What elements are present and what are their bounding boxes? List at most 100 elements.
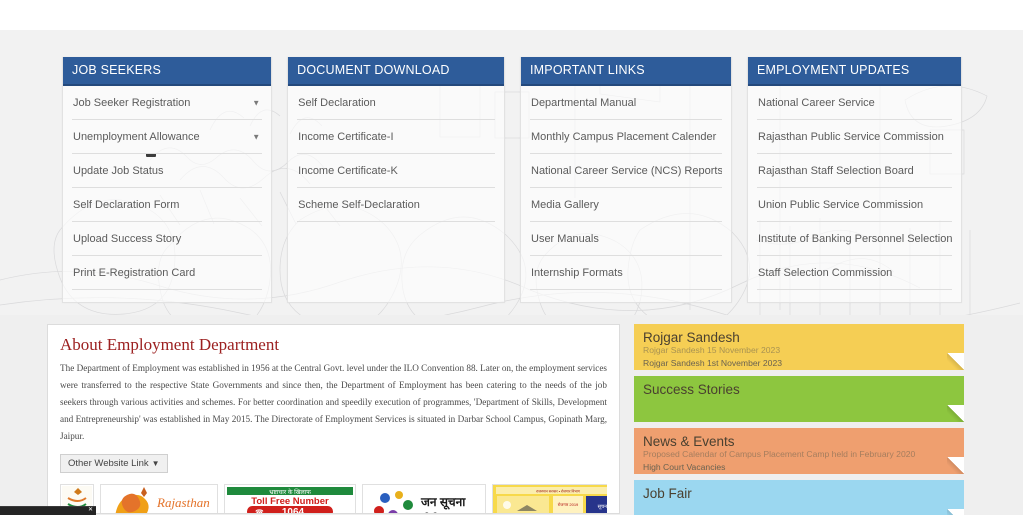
page-curl-icon (947, 457, 964, 474)
link-scheme-self-declaration[interactable]: Scheme Self-Declaration (297, 188, 495, 222)
link-label: Monthly Campus Placement Calender (531, 131, 717, 143)
link-label: Update Job Status (73, 165, 164, 177)
link-label: Media Gallery (531, 199, 599, 211)
link-label: Income Certificate-K (298, 165, 398, 177)
card-success-stories[interactable]: Success Stories (634, 376, 964, 422)
panel-important-links: IMPORTANT LINKS Departmental Manual Mont… (520, 57, 732, 303)
link-rajasthan-staff-selection-board[interactable]: Rajasthan Staff Selection Board (757, 154, 952, 188)
status-badge: 1 (146, 154, 156, 157)
link-label: Unemployment Allowance (73, 131, 200, 143)
panel-employment-updates-title: EMPLOYMENT UPDATES (748, 57, 961, 86)
close-icon[interactable]: ✕ (88, 507, 94, 513)
card-feed (643, 500, 938, 515)
card-feed: Proposed Calendar of Campus Placement Ca… (643, 448, 938, 474)
panel-document-download-title: DOCUMENT DOWNLOAD (288, 57, 504, 86)
banner-anti-corruption-bureau[interactable]: भ्रष्टाचार के खिलाफ Toll Free Number 106… (224, 484, 356, 515)
link-label: Rajasthan Public Service Commission (758, 131, 944, 143)
link-self-declaration-form[interactable]: Self Declaration Form (72, 188, 263, 222)
link-label: Institute of Banking Personnel Selection (758, 233, 952, 245)
link-national-career-service[interactable]: National Career Service (757, 86, 952, 120)
link-label: Union Public Service Commission (758, 199, 924, 211)
link-rajasthan-public-service-commission[interactable]: Rajasthan Public Service Commission (757, 120, 952, 154)
panel-job-seekers-list: Job Seeker Registration ▼ Unemployment A… (63, 86, 271, 302)
page-title: About Employment Department (60, 335, 280, 354)
about-body-text: The Department of Employment was establi… (60, 363, 607, 441)
panel-job-seekers: JOB SEEKERS Job Seeker Registration ▼ Un… (62, 57, 273, 303)
panel-important-links-title: IMPORTANT LINKS (521, 57, 731, 86)
chevron-down-icon: ▼ (252, 98, 261, 107)
svg-text:1064: 1064 (282, 507, 305, 514)
svg-text:रोजगार 2019: रोजगार 2019 (558, 502, 579, 507)
svg-text:राजस्थान सरकार • रोजगार विभाग: राजस्थान सरकार • रोजगार विभाग (536, 489, 581, 494)
other-website-link-dropdown[interactable]: Other Website Link ▼ (60, 454, 168, 473)
panel-document-download-list: Self Declaration Income Certificate-I In… (288, 86, 504, 234)
link-self-declaration[interactable]: Self Declaration (297, 86, 495, 120)
link-label: Self Declaration (298, 97, 376, 109)
link-staff-selection-commission[interactable]: Staff Selection Commission (757, 256, 952, 290)
svg-text:भ्रष्टाचार के खिलाफ: भ्रष्टाचार के खिलाफ (269, 488, 311, 496)
other-website-link-label: Other Website Link (68, 458, 149, 469)
link-label: National Career Service (NCS) Reports (531, 165, 722, 177)
banner-yellow-scheme-poster[interactable]: राजस्थान सरकार • रोजगार विभाग रोजगार 201… (492, 484, 607, 513)
link-label: Income Certificate-I (298, 131, 394, 143)
svg-text:सूचना: सूचना (598, 504, 607, 510)
link-income-certificate-i[interactable]: Income Certificate-I (297, 120, 495, 154)
link-label: User Manuals (531, 233, 599, 245)
card-feed (643, 396, 938, 422)
browser-download-shelf[interactable]: ✕ (0, 506, 96, 515)
link-label: Job Seeker Registration (73, 97, 191, 109)
panel-important-links-list: Departmental Manual Monthly Campus Place… (521, 86, 731, 302)
quick-link-panels: JOB SEEKERS Job Seeker Registration ▼ Un… (62, 57, 962, 303)
card-job-fair[interactable]: Job Fair (634, 480, 964, 515)
link-monthly-campus-placement-calender[interactable]: Monthly Campus Placement Calender (530, 120, 722, 154)
link-label: Departmental Manual (531, 97, 637, 109)
about-employment-department-section: About Employment Department The Departme… (47, 324, 620, 514)
link-label: Print E-Registration Card (73, 267, 196, 279)
link-departmental-manual[interactable]: Departmental Manual (530, 86, 722, 120)
chevron-down-icon: ▼ (151, 459, 160, 468)
link-union-public-service-commission[interactable]: Union Public Service Commission (757, 188, 952, 222)
feed-item[interactable]: High Court Vacancies (643, 461, 938, 474)
page-curl-icon (947, 405, 964, 422)
link-institute-of-banking-personnel-selection[interactable]: Institute of Banking Personnel Selection (757, 222, 952, 256)
link-job-seeker-registration[interactable]: Job Seeker Registration ▼ (72, 86, 263, 120)
feed-item[interactable]: Rojgar Sandesh 15 November 2023 (643, 344, 938, 357)
link-label: Staff Selection Commission (758, 267, 893, 279)
panel-job-seekers-title: JOB SEEKERS (63, 57, 272, 86)
link-update-job-status[interactable]: 1 Update Job Status (72, 154, 263, 188)
svg-text:जन सूचना: जन सूचना (420, 495, 466, 510)
link-user-manuals[interactable]: User Manuals (530, 222, 722, 256)
link-income-certificate-k[interactable]: Income Certificate-K (297, 154, 495, 188)
news-cards-column: Rojgar Sandesh Rojgar Sandesh 15 Novembe… (634, 324, 964, 515)
feed-item[interactable]: Proposed Calendar of Campus Placement Ca… (643, 448, 938, 461)
link-internship-formats[interactable]: Internship Formats (530, 256, 722, 290)
link-label: Upload Success Story (73, 233, 182, 245)
link-media-gallery[interactable]: Media Gallery (530, 188, 722, 222)
card-news-and-events[interactable]: News & Events Proposed Calendar of Campu… (634, 428, 964, 474)
svg-text:Sampark: Sampark (161, 511, 207, 514)
link-national-career-service-reports[interactable]: National Career Service (NCS) Reports (530, 154, 722, 188)
lower-content-area: About Employment Department The Departme… (0, 315, 1023, 515)
link-unemployment-allowance[interactable]: Unemployment Allowance ▼ (72, 120, 263, 154)
panel-employment-updates: EMPLOYMENT UPDATES National Career Servi… (747, 57, 962, 303)
panel-document-download: DOCUMENT DOWNLOAD Self Declaration Incom… (287, 57, 505, 303)
chevron-down-icon: ▼ (252, 132, 261, 141)
svg-text:Rajasthan: Rajasthan (156, 495, 210, 510)
link-label: National Career Service (758, 97, 875, 109)
link-label: Scheme Self-Declaration (298, 199, 420, 211)
svg-text:Toll Free Number: Toll Free Number (251, 496, 329, 507)
banner-jan-soochna-portal[interactable]: जन सूचना पोर्टल- 2019 (362, 484, 486, 513)
link-upload-success-story[interactable]: Upload Success Story (72, 222, 263, 256)
page-root: JOB SEEKERS Job Seeker Registration ▼ Un… (0, 0, 1023, 515)
link-label: Self Declaration Form (73, 199, 180, 211)
page-curl-icon (947, 353, 964, 370)
link-label: Internship Formats (531, 267, 623, 279)
page-curl-icon (947, 509, 964, 515)
feed-item[interactable]: Rojgar Sandesh 1st November 2023 (643, 357, 938, 370)
link-label: Rajasthan Staff Selection Board (758, 165, 914, 177)
card-feed: Rojgar Sandesh 15 November 2023 Rojgar S… (643, 344, 938, 370)
link-print-e-registration-card[interactable]: Print E-Registration Card (72, 256, 263, 290)
card-rojgar-sandesh[interactable]: Rojgar Sandesh Rojgar Sandesh 15 Novembe… (634, 324, 964, 370)
banner-rajasthan-sampark[interactable]: Rajasthan Sampark (100, 484, 218, 514)
svg-text:☎: ☎ (255, 509, 264, 515)
